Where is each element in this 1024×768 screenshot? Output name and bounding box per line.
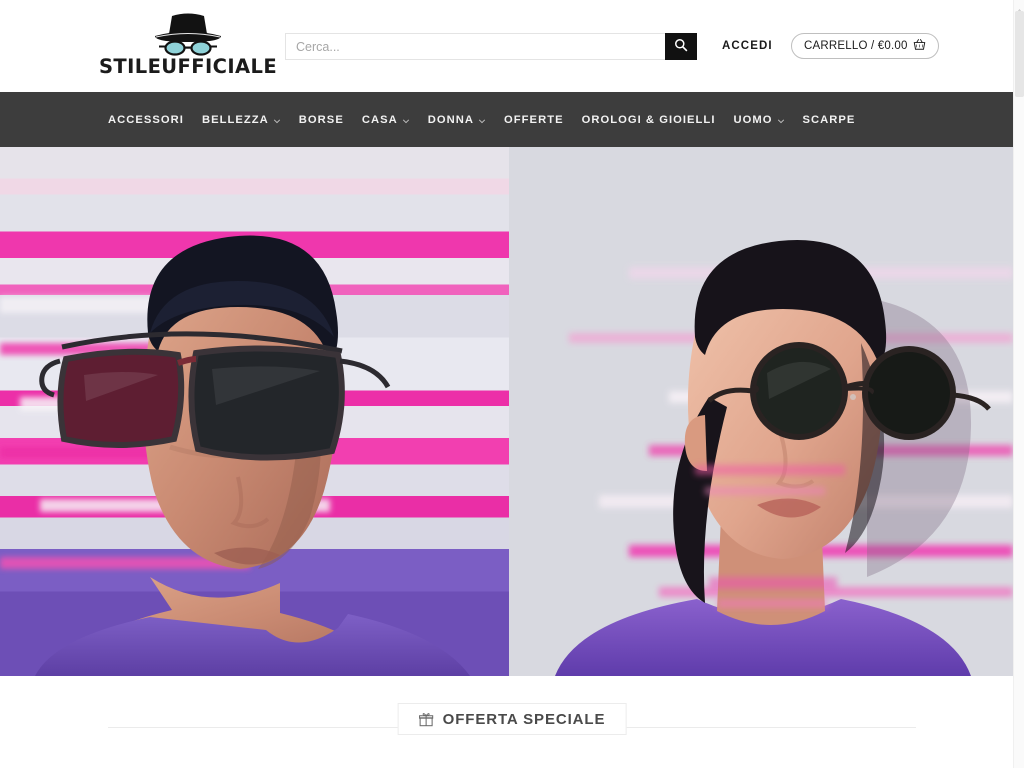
page-scrollbar[interactable] <box>1013 0 1024 768</box>
nav-item-label: CASA <box>361 113 398 126</box>
nav-item-borse[interactable]: BORSE <box>299 114 344 126</box>
hero-slide-left[interactable] <box>0 147 509 676</box>
site-logo[interactable]: STILEUFFICIALE <box>99 12 277 80</box>
shopping-basket-icon <box>913 38 926 54</box>
nav-item-label: BELLEZZA <box>201 113 269 126</box>
scroll-up-arrow-icon[interactable] <box>1016 2 1023 14</box>
nav-item-accessori[interactable]: ACCESSORI <box>108 114 184 126</box>
nav-item-casa[interactable]: CASA <box>362 114 410 126</box>
account-login-link[interactable]: ACCEDI <box>722 40 773 52</box>
hero-banner[interactable] <box>0 147 1013 676</box>
search-icon <box>674 38 688 55</box>
chevron-down-icon <box>273 117 281 125</box>
cart-button[interactable]: CARRELLO / €0.00 <box>791 33 939 59</box>
chevron-down-icon <box>402 117 410 125</box>
nav-item-label: OROLOGI & GIOIELLI <box>581 113 716 126</box>
search-bar <box>285 33 697 60</box>
page-root: STILEUFFICIALE ACCEDI CARRELLO / €0.00 <box>0 0 1024 768</box>
hero-image-woman <box>509 147 1013 676</box>
cart-label: CARRELLO / €0.00 <box>804 40 908 52</box>
search-input[interactable] <box>285 33 665 60</box>
hero-image-man <box>0 147 509 676</box>
main-navigation: ACCESSORI BELLEZZA BORSE CASA DONNA OFFE… <box>0 92 1024 147</box>
site-logo-text: STILEUFFICIALE <box>98 55 278 78</box>
scrollbar-thumb[interactable] <box>1015 11 1024 97</box>
hero-slide-right[interactable] <box>509 147 1013 676</box>
nav-item-offerte[interactable]: OFFERTE <box>504 114 564 126</box>
chevron-down-icon <box>777 117 785 125</box>
nav-item-uomo[interactable]: UOMO <box>733 114 784 126</box>
nav-item-label: BORSE <box>298 113 344 126</box>
nav-item-label: ACCESSORI <box>108 113 184 126</box>
nav-item-label: SCARPE <box>802 113 856 126</box>
hat-glasses-mustache-logo-icon <box>145 12 231 56</box>
product-preview-peek <box>387 760 637 768</box>
gift-icon <box>419 712 434 727</box>
site-header: STILEUFFICIALE ACCEDI CARRELLO / €0.00 <box>0 0 1024 92</box>
search-button[interactable] <box>665 33 697 60</box>
nav-item-label: UOMO <box>733 113 773 126</box>
nav-item-donna[interactable]: DONNA <box>428 114 486 126</box>
nav-item-bellezza[interactable]: BELLEZZA <box>202 114 281 126</box>
chevron-down-icon <box>478 117 486 125</box>
nav-item-label: DONNA <box>427 113 475 126</box>
nav-item-orologi-gioielli[interactable]: OROLOGI & GIOIELLI <box>582 114 716 126</box>
special-offer-label: OFFERTA SPECIALE <box>442 710 606 728</box>
special-offer-badge[interactable]: OFFERTA SPECIALE <box>397 703 627 735</box>
nav-item-scarpe[interactable]: SCARPE <box>803 114 856 126</box>
nav-item-label: OFFERTE <box>504 113 564 126</box>
